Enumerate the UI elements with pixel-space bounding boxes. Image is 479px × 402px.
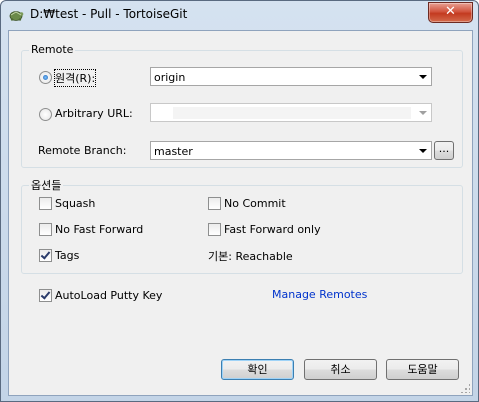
help-button[interactable]: 도움말: [386, 359, 459, 380]
arbitrary-url-radio[interactable]: [39, 108, 52, 121]
cancel-button[interactable]: 취소: [304, 359, 377, 380]
autoload-putty-key-label[interactable]: AutoLoad Putty Key: [55, 289, 162, 302]
remote-branch-label: Remote Branch:: [38, 144, 127, 157]
chevron-down-icon: [419, 111, 427, 115]
squash-checkbox[interactable]: [39, 197, 52, 210]
no-commit-checkbox[interactable]: [208, 197, 221, 210]
arbitrary-url-combo: [150, 103, 432, 122]
remote-branch-value: master: [154, 145, 193, 158]
no-fast-forward-label[interactable]: No Fast Forward: [55, 223, 143, 236]
remote-radio-label[interactable]: 원격(R):: [53, 69, 97, 87]
chevron-down-icon: [419, 75, 427, 79]
arbitrary-url-label[interactable]: Arbitrary URL:: [55, 107, 133, 120]
remote-branch-combo[interactable]: master: [150, 141, 432, 160]
tags-mode-selector[interactable]: 기본: Reachable: [208, 248, 293, 264]
options-group-title: 옵션들: [29, 177, 64, 193]
browse-branches-button[interactable]: ...: [434, 141, 454, 160]
arbitrary-url-field: [173, 107, 411, 119]
fast-forward-only-checkbox[interactable]: [208, 223, 221, 236]
remote-radio[interactable]: [39, 71, 52, 84]
resize-grip[interactable]: [460, 383, 470, 393]
tortoisegit-app-icon: [9, 11, 24, 21]
manage-remotes-link[interactable]: Manage Remotes: [272, 288, 367, 301]
close-icon: ✕: [445, 4, 456, 19]
dialog-client-area: Remote 원격(R): origin Arbitrary URL: Remo…: [8, 30, 473, 396]
remote-combo[interactable]: origin: [150, 67, 432, 86]
title-bar[interactable]: D:₩test - Pull - TortoiseGit ✕: [1, 1, 478, 29]
squash-label[interactable]: Squash: [55, 197, 95, 210]
tags-label[interactable]: Tags: [55, 249, 79, 262]
autoload-putty-key-checkbox[interactable]: [39, 289, 52, 302]
window-title: D:₩test - Pull - TortoiseGit: [30, 7, 188, 21]
chevron-down-icon: [419, 149, 427, 153]
fast-forward-only-label[interactable]: Fast Forward only: [224, 223, 321, 236]
ok-button[interactable]: 확인: [221, 359, 294, 380]
no-fast-forward-checkbox[interactable]: [39, 223, 52, 236]
dialog-window: D:₩test - Pull - TortoiseGit ✕ Remote 원격…: [0, 0, 479, 402]
remote-combo-value: origin: [154, 71, 186, 84]
tags-checkbox[interactable]: [39, 249, 52, 262]
no-commit-label[interactable]: No Commit: [224, 197, 286, 210]
close-button[interactable]: ✕: [428, 2, 473, 23]
remote-group-title: Remote: [29, 43, 76, 56]
